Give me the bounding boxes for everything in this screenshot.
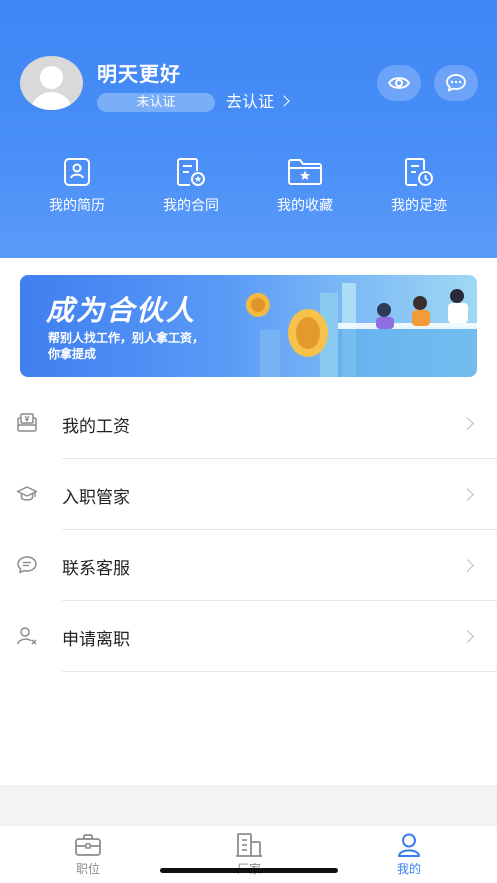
messages-button[interactable] [434,65,478,101]
menu-item-label: 我的工资 [62,417,130,437]
shortcut-label: 我的合同 [163,198,219,214]
menu-item-label: 联系客服 [62,559,130,579]
shortcut-label: 我的简历 [49,198,105,214]
chevron-right-icon [461,417,474,430]
tab-mine[interactable]: 我的 [369,832,449,877]
menu-list: 我的工资 入职管家 联系客服 申请离职 [0,388,497,672]
shortcut-contract[interactable]: 我的合同 [141,155,241,215]
verify-link[interactable]: 去认证 [226,92,290,112]
graduation-cap-icon [16,486,38,501]
message-icon [446,74,466,92]
contract-icon [177,158,205,186]
shortcut-row: 我的简历 我的合同 我的收藏 我的足迹 [0,155,497,225]
spacer [0,785,497,825]
banner-title: 成为合伙人 [46,294,197,327]
shortcut-label: 我的足迹 [391,198,447,214]
chevron-right-icon [461,559,474,572]
chevron-right-icon [461,488,474,501]
username: 明天更好 [97,62,181,86]
partner-banner[interactable]: 成为合伙人 帮别人找工作，别人拿工资， 你拿提成 [20,275,477,377]
person-icon [398,833,420,857]
menu-item-customer-service[interactable]: 联系客服 [0,530,497,601]
chevron-right-icon [278,95,290,107]
bottom-tab-bar: 职位 厂家 我的 [0,825,497,883]
shortcut-history[interactable]: 我的足迹 [369,155,469,215]
chat-bubble-icon [17,556,37,574]
building-icon [236,833,262,857]
tab-jobs[interactable]: 职位 [48,832,128,877]
menu-item-label: 申请离职 [62,630,130,650]
briefcase-icon [75,834,101,856]
verify-link-label: 去认证 [226,92,275,111]
history-icon [405,158,433,186]
profile-header: 明天更好 未认证 去认证 我的简历 我的合同 我的收藏 我的足迹 [0,0,497,258]
salary-icon [17,413,37,432]
tab-label: 职位 [75,862,100,876]
menu-item-resignation[interactable]: 申请离职 [0,601,497,672]
privacy-toggle-button[interactable] [377,65,421,101]
menu-item-label: 入职管家 [62,488,130,508]
tab-label: 我的 [396,862,421,876]
shortcut-label: 我的收藏 [277,198,333,214]
resume-icon [64,158,90,186]
banner-subtitle-line1: 帮别人找工作，别人拿工资， [48,331,205,345]
chevron-right-icon [461,630,474,643]
favorites-folder-icon [288,159,322,185]
menu-item-onboarding[interactable]: 入职管家 [0,459,497,530]
verification-status-badge: 未认证 [97,93,215,112]
banner-subtitle-line2: 你拿提成 [48,347,97,361]
eye-icon [388,77,410,89]
avatar[interactable] [20,56,83,110]
home-indicator [160,868,338,873]
shortcut-favorites[interactable]: 我的收藏 [255,155,355,215]
user-remove-icon [17,627,37,645]
shortcut-resume[interactable]: 我的简历 [27,155,127,215]
menu-item-salary[interactable]: 我的工资 [0,388,497,459]
